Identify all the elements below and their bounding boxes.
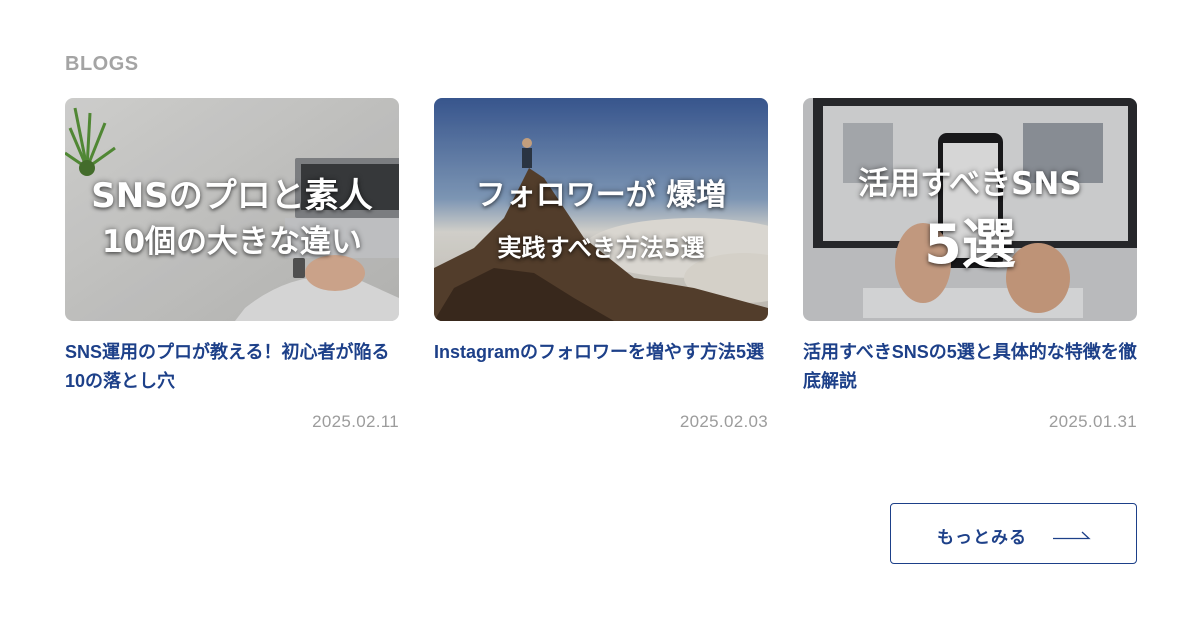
blog-card-title[interactable]: 活用すべきSNSの5選と具体的な特徴を徹底解説 [803, 338, 1137, 396]
blog-card-date: 2025.02.11 [312, 412, 399, 431]
blog-card-list: SNSのプロと素人 10個の大きな違い SNS運用のプロが教える！初心者が陥る1… [65, 98, 1137, 438]
more-button[interactable]: もっとみる [890, 503, 1137, 564]
blog-card-title[interactable]: SNS運用のプロが教える！初心者が陥る10の落とし穴 [65, 338, 399, 396]
blog-card[interactable]: SNSのプロと素人 10個の大きな違い SNS運用のプロが教える！初心者が陥る1… [65, 98, 399, 438]
blog-card-title[interactable]: Instagramのフォロワーを増やす方法5選 [434, 338, 768, 367]
long-right-arrow-icon [1053, 531, 1091, 540]
more-button-label: もっとみる [937, 528, 1027, 548]
thumbnail-headline-line1: フォロワーが 爆増 [475, 178, 727, 213]
blog-card[interactable]: フォロワーが 爆増 実践すべき方法5選 Instagramのフォロワーを増やす方… [434, 98, 768, 438]
blog-thumbnail[interactable]: 活用すべきSNS 5選 [803, 98, 1137, 321]
blog-thumbnail[interactable]: SNSのプロと素人 10個の大きな違い [65, 98, 399, 321]
blog-thumbnail[interactable]: フォロワーが 爆増 実践すべき方法5選 [434, 98, 768, 321]
blog-card[interactable]: 活用すべきSNS 5選 活用すべきSNSの5選と具体的な特徴を徹底解説 2025… [803, 98, 1137, 438]
blog-card-date: 2025.01.31 [1048, 412, 1137, 431]
blog-card-date: 2025.02.03 [679, 412, 768, 431]
thumbnail-headline-line2: 10個の大きな違い [101, 224, 363, 260]
section-label: BLOGS [65, 53, 139, 75]
thumbnail-headline-line1: 活用すべきSNS [858, 166, 1082, 202]
thumbnail-headline-line1: SNSのプロと素人 [91, 176, 373, 216]
thumbnail-headline-line2: 5選 [924, 213, 1016, 276]
thumbnail-headline-line2: 実践すべき方法5選 [497, 234, 705, 262]
